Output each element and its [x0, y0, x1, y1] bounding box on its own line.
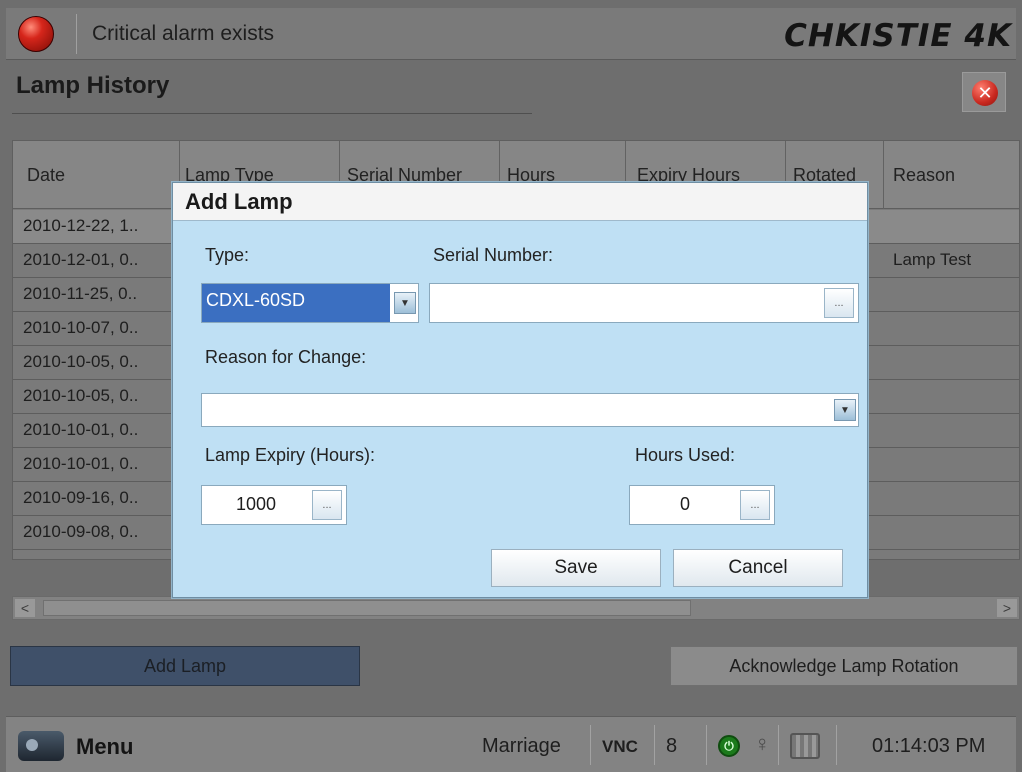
- lamp-type-select[interactable]: CDXL-60SD ▼: [201, 283, 419, 323]
- column-separator: [883, 141, 884, 209]
- cell-date: 2010-10-07, 0..: [23, 318, 139, 337]
- lamp-expiry-keypad-button[interactable]: ...: [312, 490, 342, 520]
- film-reel-icon[interactable]: [790, 733, 820, 759]
- add-lamp-button[interactable]: Add Lamp: [10, 646, 360, 686]
- cell-date: 2010-10-01, 0..: [23, 420, 139, 439]
- bottom-status-bar: Menu Marriage VNC 8 ⏻ ♀ 01:14:03 PM: [6, 716, 1016, 772]
- column-header-reason[interactable]: Reason: [893, 165, 955, 186]
- page-title: Lamp History: [16, 72, 170, 99]
- lamp-expiry-field[interactable]: 1000 ...: [201, 485, 347, 525]
- reason-for-change-select[interactable]: ▼: [201, 393, 859, 427]
- dialog-title: Add Lamp: [173, 183, 867, 221]
- add-lamp-dialog: Add Lamp Type: Serial Number: CDXL-60SD …: [172, 182, 868, 598]
- serial-number-keypad-button[interactable]: ...: [824, 288, 854, 318]
- lamp-type-value: CDXL-60SD: [202, 284, 390, 322]
- type-label: Type:: [205, 245, 250, 265]
- scroll-left-icon[interactable]: <: [15, 599, 35, 617]
- scroll-right-icon[interactable]: >: [997, 599, 1017, 617]
- column-header-date[interactable]: Date: [27, 165, 65, 186]
- topbar-divider: [76, 14, 77, 54]
- reason-label: Reason for Change:: [205, 347, 367, 367]
- hours-used-field[interactable]: 0 ...: [629, 485, 775, 525]
- cell-date: 2010-11-25, 0..: [23, 284, 138, 303]
- cell-date: 2010-12-22, 1..: [23, 216, 139, 235]
- cell-date: 2010-09-16, 0..: [23, 488, 139, 507]
- alarm-message[interactable]: Critical alarm exists: [92, 22, 274, 46]
- lamp-expiry-value: 1000: [236, 494, 277, 514]
- vnc-status: VNC: [602, 737, 638, 756]
- status-separator: [778, 725, 779, 765]
- status-separator: [590, 725, 591, 765]
- cell-date: 2010-10-05, 0..: [23, 386, 139, 405]
- cell-date: 2010-12-01, 0..: [23, 250, 139, 269]
- projector-icon[interactable]: [18, 731, 64, 761]
- cell-date: 2010-10-05, 0..: [23, 352, 139, 371]
- hours-used-keypad-button[interactable]: ...: [740, 490, 770, 520]
- serial-number-label: Serial Number:: [433, 245, 554, 265]
- close-icon: ✕: [972, 80, 998, 106]
- menu-button[interactable]: Menu: [76, 734, 133, 760]
- acknowledge-lamp-rotation-button[interactable]: Acknowledge Lamp Rotation: [670, 646, 1018, 686]
- status-separator: [654, 725, 655, 765]
- cell-reason: Lamp Test: [893, 250, 972, 269]
- critical-alarm-icon[interactable]: [18, 16, 54, 52]
- cancel-button[interactable]: Cancel: [673, 549, 843, 587]
- hours-used-value: 0: [680, 494, 691, 514]
- hours-used-label: Hours Used:: [635, 445, 736, 465]
- save-button[interactable]: Save: [491, 549, 661, 587]
- marriage-status: Marriage: [482, 735, 561, 757]
- top-status-bar: Critical alarm exists CHKISTIE 4K: [6, 8, 1016, 60]
- lamp-expiry-label: Lamp Expiry (Hours):: [205, 445, 376, 465]
- clock: 01:14:03 PM: [872, 735, 986, 757]
- serial-number-field[interactable]: ...: [429, 283, 859, 323]
- cell-date: 2010-10-01, 0..: [23, 454, 139, 473]
- title-underline: [12, 113, 532, 114]
- close-page-button[interactable]: ✕: [962, 72, 1006, 112]
- chevron-down-icon[interactable]: ▼: [394, 292, 416, 314]
- status-separator: [706, 725, 707, 765]
- power-icon[interactable]: ⏻: [718, 735, 740, 757]
- horizontal-scrollbar[interactable]: < >: [12, 596, 1020, 620]
- cell-date: 2010-09-08, 0..: [23, 522, 139, 541]
- channel-number: 8: [666, 735, 678, 757]
- status-separator: [836, 725, 837, 765]
- chevron-down-icon[interactable]: ▼: [834, 399, 856, 421]
- lamp-bulb-icon[interactable]: ♀: [754, 731, 771, 757]
- scrollbar-thumb[interactable]: [43, 600, 691, 616]
- christie-4k-logo: CHKISTIE 4K: [784, 18, 1012, 54]
